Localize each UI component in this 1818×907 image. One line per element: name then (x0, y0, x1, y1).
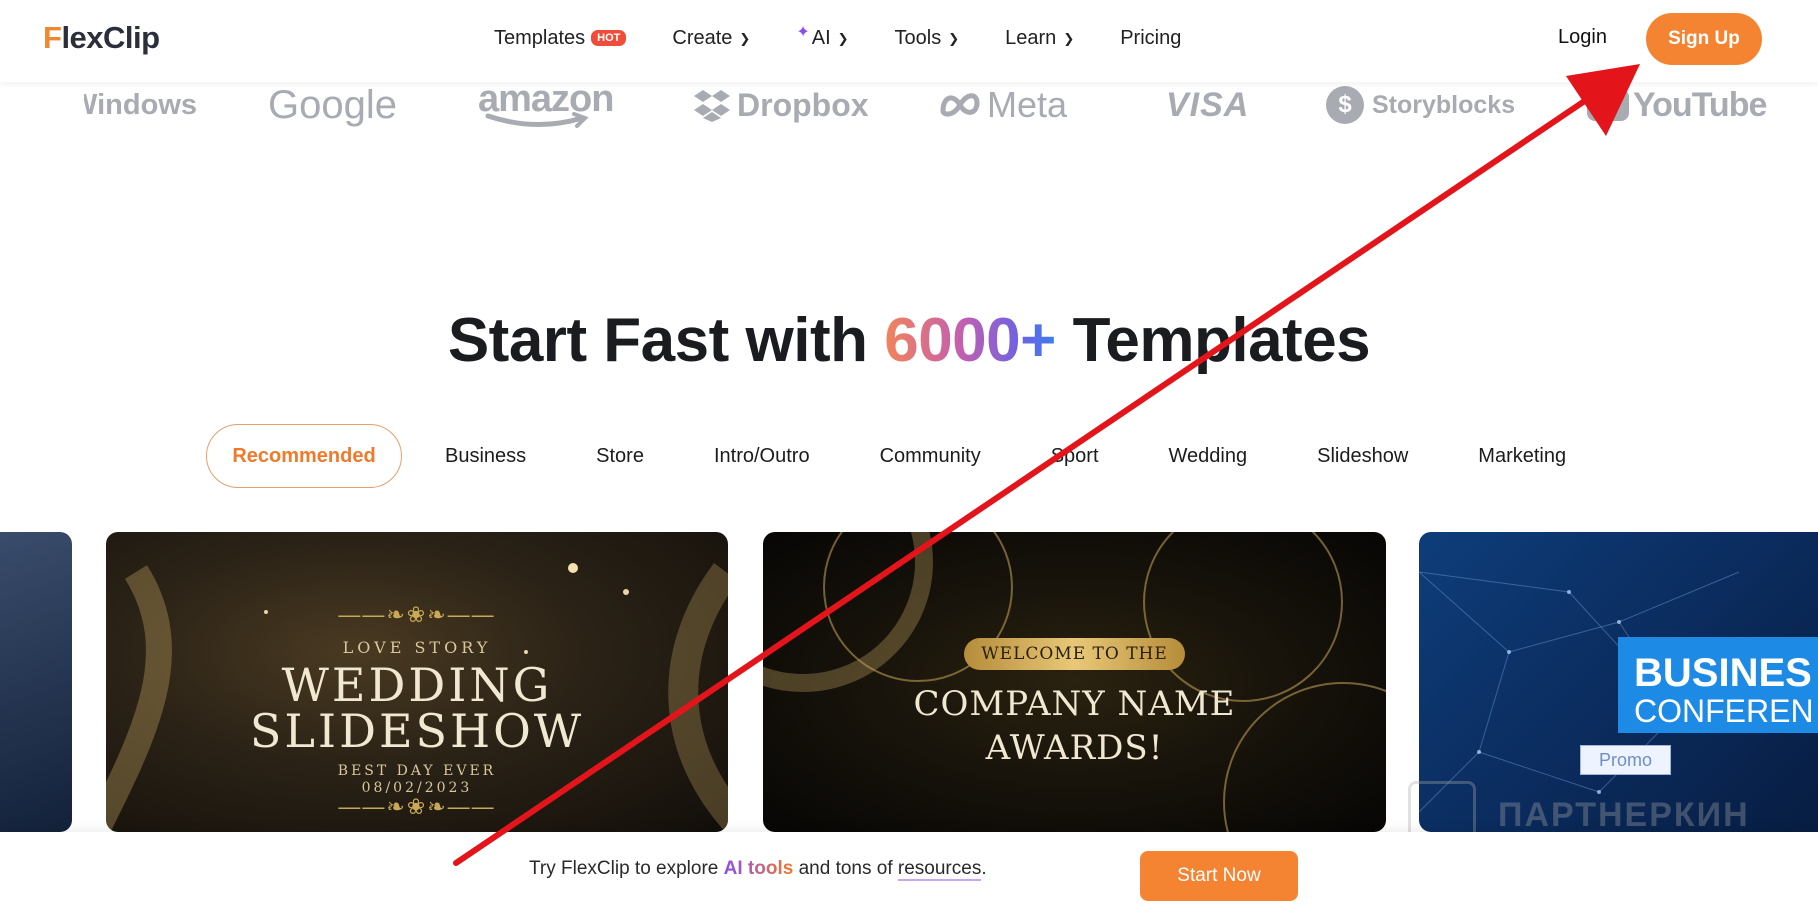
promo-text: Try FlexClip to explore AI tools and ton… (529, 858, 987, 881)
storyblocks-logo: $ Storyblocks (1326, 78, 1515, 132)
flexclip-logo[interactable]: FlexClip (43, 20, 160, 56)
windows-logo: Windows (70, 78, 198, 132)
section-headline: Start Fast with 6000+ Templates (0, 305, 1818, 376)
headline-count: 6000+ (884, 306, 1056, 375)
tab-sport[interactable]: Sport (1051, 445, 1099, 468)
logo-text: lexClip (61, 20, 160, 55)
youtube-text: YouTube (1633, 85, 1767, 124)
business-title-box: BUSINES CONFEREN (1618, 637, 1818, 733)
ai-tools-link[interactable]: AI tools (724, 858, 794, 879)
awards-pill: WELCOME TO THE (964, 638, 1185, 670)
bottom-promo-bar: Try FlexClip to explore AI tools and ton… (0, 832, 1818, 907)
template-card-partial-left[interactable] (0, 532, 72, 832)
resources-link[interactable]: resources (897, 858, 982, 881)
promo-text-mid: and tons of (793, 858, 898, 879)
tab-slideshow[interactable]: Slideshow (1317, 445, 1408, 468)
meta-infinity-icon (940, 93, 980, 117)
dropbox-icon (694, 90, 730, 122)
visa-logo: VISA (1166, 78, 1249, 132)
meta-text: Meta (987, 84, 1068, 125)
tab-marketing[interactable]: Marketing (1478, 445, 1566, 468)
promo-text-prefix: Try FlexClip to explore (529, 858, 724, 879)
amazon-smile-icon (485, 112, 589, 128)
logo-letter-f: F (43, 20, 62, 55)
windows-text: Windows (70, 88, 198, 121)
sparkle-icon: ✦ (796, 24, 810, 41)
google-logo: Google (268, 78, 397, 132)
nav-ai-label: AI (811, 26, 831, 49)
nav-templates-label: Templates (494, 26, 586, 49)
google-text: Google (268, 82, 397, 127)
partner-logos: Windows Google amazon Dropbox Meta VISA … (0, 78, 1818, 132)
start-now-button[interactable]: Start Now (1140, 851, 1298, 901)
wedding-subtitle: BEST DAY EVER (337, 763, 497, 779)
template-card-awards[interactable]: WELCOME TO THE COMPANY NAME AWARDS! (763, 532, 1386, 832)
tab-intro-outro[interactable]: Intro/Outro (714, 445, 810, 468)
dropbox-logo: Dropbox (693, 78, 869, 132)
youtube-logo: YouTube (1587, 78, 1767, 132)
signup-button[interactable]: Sign Up (1646, 13, 1762, 65)
visa-text: VISA (1166, 85, 1250, 124)
awards-title-line1: COMPANY NAME (913, 684, 1236, 724)
main-nav: Templates HOT Create ❯ ✦ AI ❯ Tools ❯ Le… (494, 24, 1227, 52)
youtube-play-icon (1587, 89, 1629, 121)
ornament-bottom-icon: ——❧❀❧—— (338, 794, 496, 819)
nav-templates[interactable]: Templates HOT (494, 26, 627, 50)
watermark-text: ПАРТНЕРКИН (1498, 795, 1750, 834)
chevron-down-icon: ❯ (739, 31, 751, 46)
headline-suffix: Templates (1055, 306, 1371, 375)
storyblocks-icon: $ (1326, 86, 1364, 124)
gold-ring-decoration (1143, 532, 1343, 702)
hot-badge: HOT (591, 30, 627, 46)
tab-wedding[interactable]: Wedding (1169, 445, 1248, 468)
tab-community[interactable]: Community (880, 445, 981, 468)
business-title-line1: BUSINES (1634, 651, 1812, 695)
wedding-kicker: LOVE STORY (342, 638, 492, 657)
site-header: FlexClip Templates HOT Create ❯ ✦ AI ❯ T… (0, 0, 1818, 82)
ornament-top-icon: ——❧❀❧—— (338, 602, 496, 627)
tab-recommended[interactable]: Recommended (206, 424, 402, 488)
chevron-down-icon: ❯ (1063, 31, 1075, 46)
awards-title-line2: AWARDS! (985, 728, 1164, 768)
promo-text-suffix: . (981, 858, 987, 879)
business-title-line2: CONFEREN (1634, 693, 1814, 729)
nav-pricing[interactable]: Pricing (1120, 27, 1181, 50)
storyblocks-text: Storyblocks (1372, 90, 1516, 119)
nav-ai[interactable]: ✦ AI ❯ (796, 24, 849, 50)
nav-create-label: Create (672, 26, 733, 49)
nav-pricing-label: Pricing (1120, 26, 1182, 49)
headline-prefix: Start Fast with (447, 306, 885, 375)
template-card-wedding[interactable]: ——❧❀❧—— LOVE STORY WEDDING SLIDESHOW BES… (106, 532, 728, 832)
nav-create[interactable]: Create ❯ (672, 27, 750, 50)
tab-business[interactable]: Business (445, 445, 526, 468)
nav-learn-label: Learn (1005, 26, 1057, 49)
nav-tools-label: Tools (894, 26, 942, 49)
nav-tools[interactable]: Tools ❯ (895, 27, 960, 50)
wedding-title-line2: SLIDESHOW (249, 704, 585, 758)
meta-logo: Meta (939, 78, 1067, 132)
nav-learn[interactable]: Learn ❯ (1005, 27, 1074, 50)
dropbox-text: Dropbox (737, 86, 869, 123)
chevron-down-icon: ❯ (948, 31, 960, 46)
tab-store[interactable]: Store (596, 445, 644, 468)
chevron-down-icon: ❯ (837, 31, 849, 46)
template-category-tabs: Recommended Business Store Intro/Outro C… (206, 424, 1566, 488)
login-link[interactable]: Login (1558, 26, 1607, 49)
